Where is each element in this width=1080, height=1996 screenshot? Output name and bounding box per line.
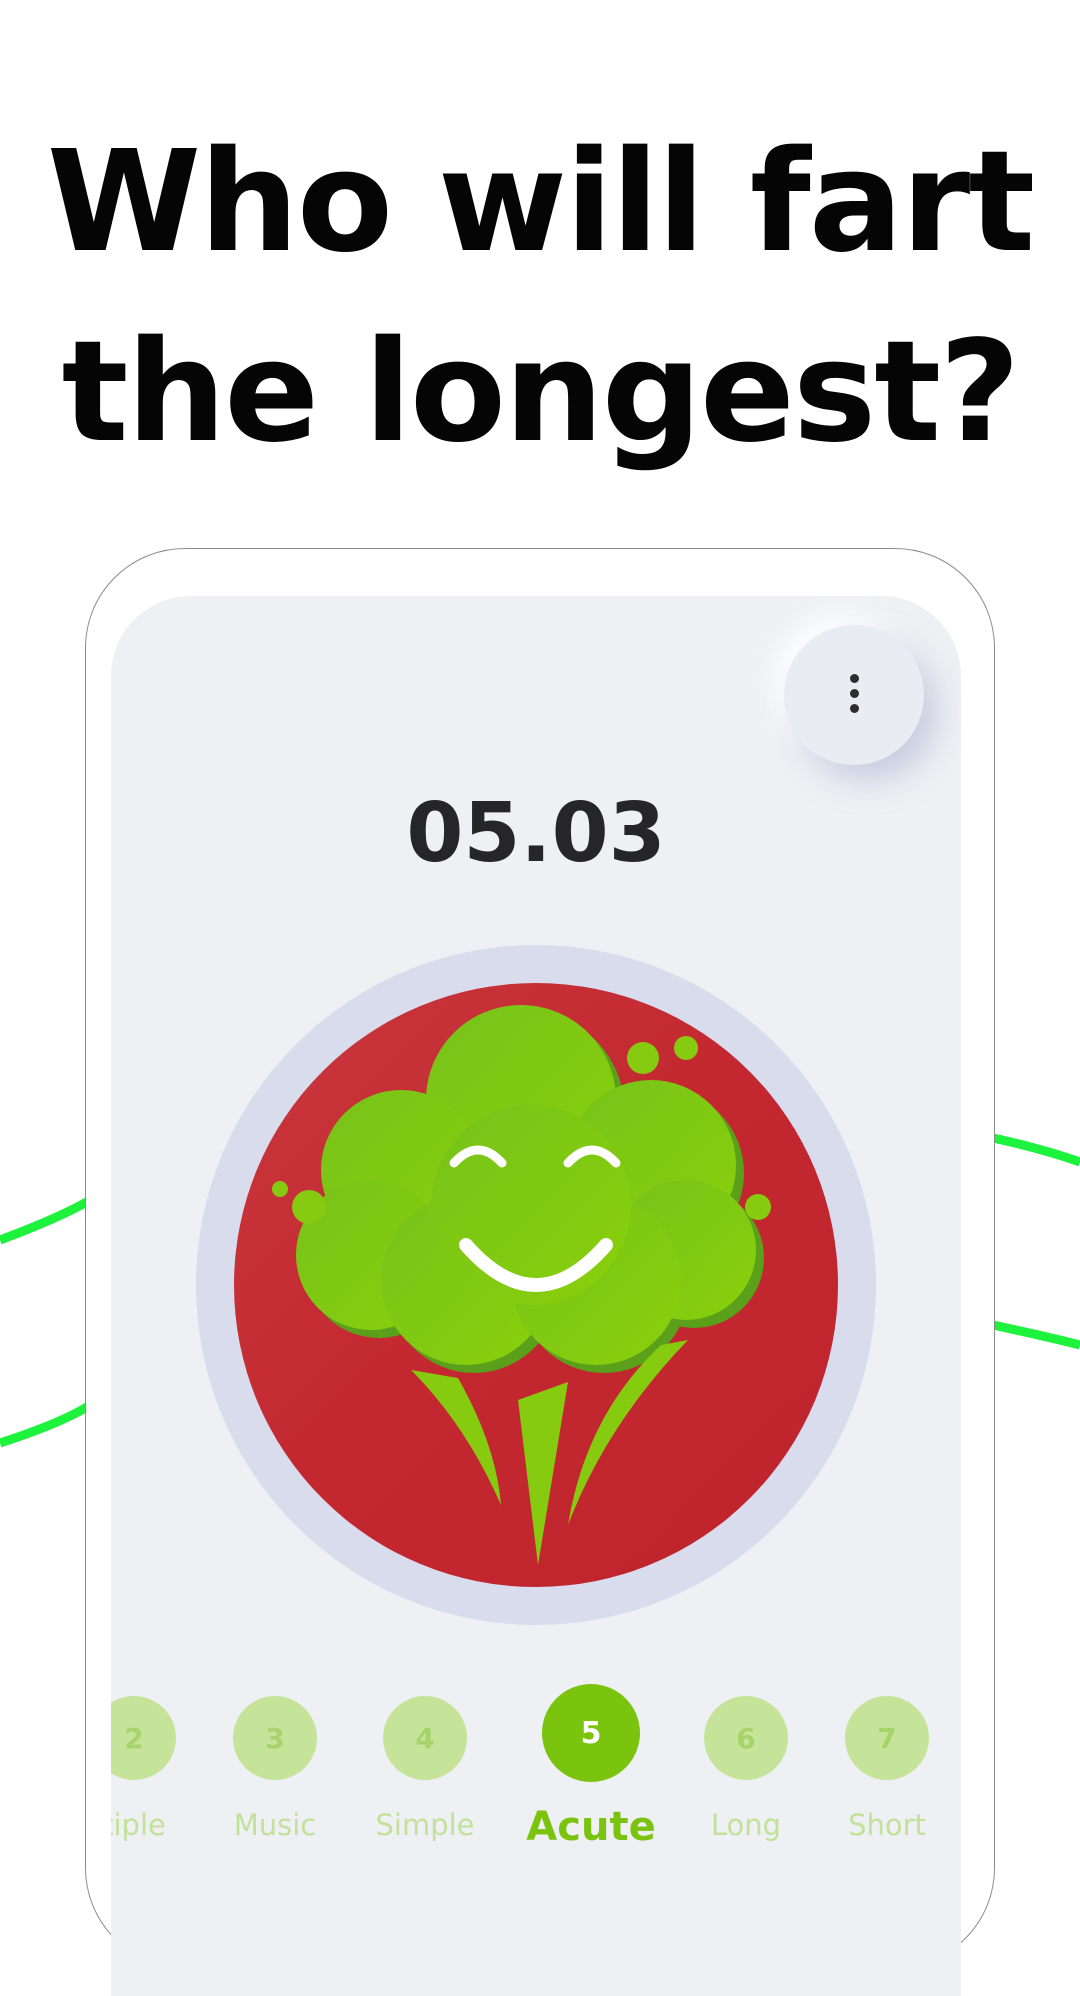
level-label: Long: [710, 1808, 782, 1842]
level-item-5-selected[interactable]: 5 Acute: [511, 1684, 671, 1850]
wave-right-lower: [992, 1320, 1080, 1350]
more-menu-button[interactable]: [784, 625, 924, 765]
level-label: Simple: [375, 1808, 475, 1842]
level-number-badge: 6: [704, 1696, 788, 1780]
level-item-6[interactable]: 6 Long: [686, 1696, 806, 1842]
level-label: Music: [233, 1808, 317, 1842]
level-item-7[interactable]: 7 Short: [827, 1696, 947, 1842]
level-number-badge: 2: [111, 1696, 176, 1780]
level-number-badge: 4: [383, 1696, 467, 1780]
level-number-badge: 3: [233, 1696, 317, 1780]
level-number-badge: 5: [542, 1684, 640, 1782]
level-item-2[interactable]: 2 tiple: [111, 1696, 194, 1842]
level-label: Acute: [526, 1804, 656, 1850]
app-screen: 05.03 2 iple 3 Music 4 Simple 5 Acute 6 …: [111, 596, 961, 1996]
timer-display: 05.03: [406, 786, 666, 881]
level-item-3[interactable]: 3 Music: [215, 1696, 335, 1842]
fart-button[interactable]: [196, 945, 876, 1625]
level-item-4[interactable]: 4 Simple: [365, 1696, 485, 1842]
level-label: tiple: [111, 1808, 166, 1842]
level-label: Short: [848, 1808, 926, 1842]
level-number-badge: 7: [845, 1696, 929, 1780]
wave-right-upper: [992, 1133, 1080, 1167]
level-selector: 2 tiple 3 Music 4 Simple 5 Acute 6 Long …: [111, 1681, 961, 1861]
wave-left-lower: [0, 1401, 93, 1448]
wave-left-upper: [0, 1196, 93, 1245]
